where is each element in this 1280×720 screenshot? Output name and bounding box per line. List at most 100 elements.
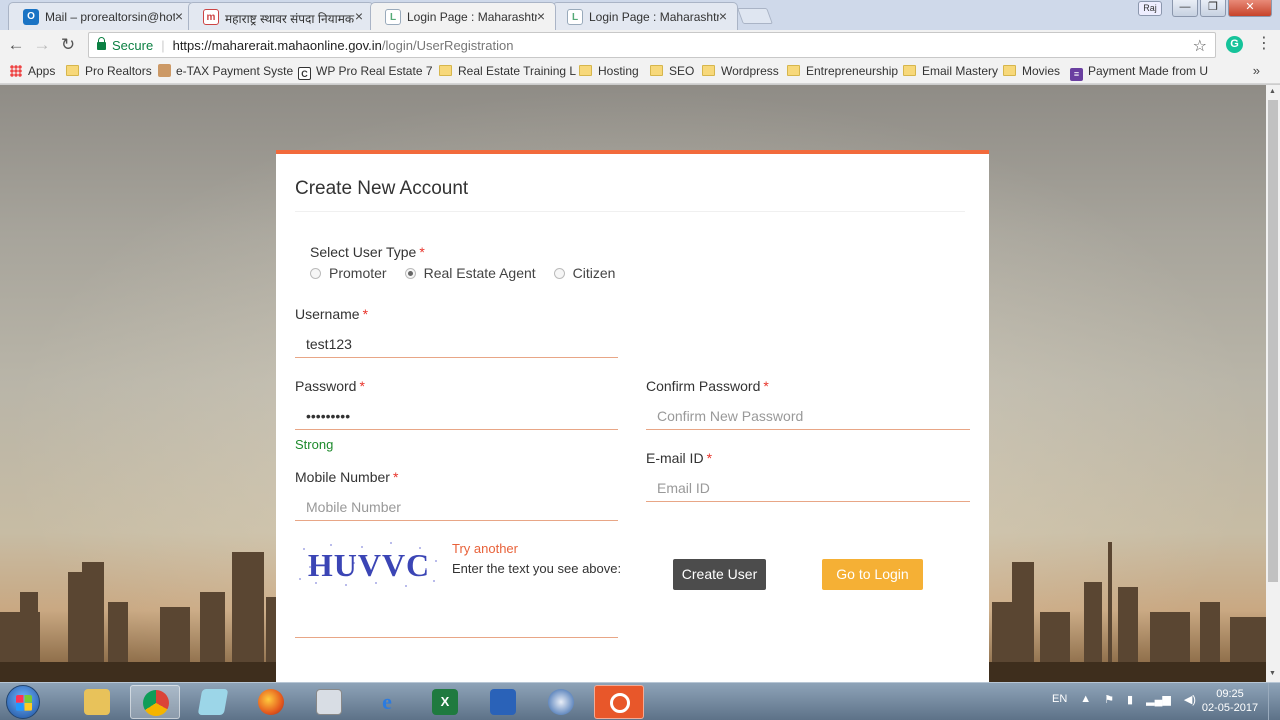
page-icon: L [567, 9, 583, 25]
taskbar-recorder[interactable] [594, 685, 644, 719]
username-input[interactable] [295, 330, 618, 358]
bookmark-label: Email Mastery [922, 64, 999, 78]
bookmark-wordpress[interactable]: Wordpress [702, 64, 779, 78]
tab-login-page[interactable]: L Login Page : Maharashtra × [552, 2, 738, 30]
close-window-button[interactable]: ✕ [1228, 0, 1272, 17]
volume-icon[interactable]: ◀) [1184, 693, 1196, 706]
back-button[interactable]: ← [6, 35, 26, 55]
required-mark: * [763, 378, 769, 394]
folder-icon [84, 689, 110, 715]
show-hidden-icons-icon[interactable]: ▲ [1080, 693, 1091, 706]
bookmark-pro-realtors[interactable]: Pro Realtors [66, 64, 152, 78]
address-separator: | [161, 38, 165, 53]
create-user-button[interactable]: Create User [673, 559, 766, 590]
secure-label: Secure [112, 38, 154, 53]
firefox-icon [258, 689, 284, 715]
taskbar-firefox[interactable] [246, 685, 296, 719]
close-icon[interactable]: × [537, 8, 545, 24]
maximize-button[interactable]: ❐ [1200, 0, 1226, 17]
taskbar-thunderbird[interactable] [536, 685, 586, 719]
bookmark-hosting[interactable]: Hosting [579, 64, 639, 78]
system-clock[interactable]: 09:25 02-05-2017 [1200, 687, 1260, 715]
tab-label: Login Page : Maharashtra [589, 10, 719, 24]
bookmark-apps[interactable]: Apps [10, 64, 55, 78]
bookmark-wp-pro-real-estate[interactable]: C WP Pro Real Estate 7 [298, 64, 433, 80]
notepad-icon [197, 689, 229, 715]
close-icon[interactable]: × [355, 8, 363, 24]
taskbar-outlook[interactable] [478, 685, 528, 719]
password-input[interactable] [295, 402, 618, 430]
forward-button[interactable]: → [32, 35, 52, 55]
try-another-captcha-link[interactable]: Try another [452, 541, 518, 556]
tab-mail[interactable]: O Mail – prorealtorsin@hotmail × [8, 2, 194, 30]
captcha-input[interactable] [295, 610, 618, 638]
close-icon[interactable]: × [719, 8, 727, 24]
folder-icon [650, 65, 663, 76]
start-button[interactable] [6, 685, 40, 719]
browser-toolbar: ← → ↻ Secure | https://maharerait.mahaonli… [0, 30, 1280, 60]
profile-badge[interactable]: Raj [1138, 1, 1162, 16]
folder-icon [66, 65, 79, 76]
radio-label-promoter[interactable]: Promoter [329, 265, 387, 281]
scroll-down-icon[interactable]: ▼ [1269, 670, 1276, 677]
browser-menu-icon[interactable]: ⋮ [1256, 36, 1272, 52]
bookmarks-overflow-icon[interactable]: » [1253, 63, 1260, 78]
email-input[interactable] [646, 474, 970, 502]
reload-button[interactable]: ↻ [58, 35, 78, 55]
bookmark-movies[interactable]: Movies [1003, 64, 1060, 78]
radio-citizen[interactable] [553, 267, 565, 279]
url-host: https://maharerait.mahaonline.gov.in [172, 38, 382, 53]
maharera-logo-icon: m [203, 9, 219, 25]
power-icon[interactable]: ▮ [1127, 693, 1133, 706]
taskbar-calculator[interactable] [304, 685, 354, 719]
window-controls: Raj — ❐ ✕ [1138, 0, 1272, 18]
scroll-up-icon[interactable]: ▲ [1269, 88, 1276, 95]
grammarly-extension-icon[interactable]: G [1226, 36, 1243, 53]
internet-explorer-icon: e [382, 689, 392, 714]
scrollbar-thumb[interactable] [1268, 100, 1278, 582]
bookmark-entrepreneurship[interactable]: Entrepreneurship [787, 64, 898, 78]
bookmark-real-estate-training[interactable]: Real Estate Training L [439, 64, 576, 78]
etax-site-icon [158, 64, 171, 77]
tab-label: महाराष्ट्र स्थावर संपदा नियामक [225, 12, 355, 26]
taskbar-explorer[interactable] [72, 685, 122, 719]
show-desktop-button[interactable] [1268, 683, 1280, 720]
bookmark-payment-made[interactable]: ≡ Payment Made from U [1070, 64, 1208, 81]
radio-promoter[interactable] [310, 267, 321, 279]
tab-maharera[interactable]: m महाराष्ट्र स्थावर संपदा नियामक × [188, 2, 374, 30]
new-tab-button[interactable] [737, 8, 773, 24]
folder-icon [903, 65, 916, 76]
confirm-password-input[interactable] [646, 402, 970, 430]
bookmark-label: Real Estate Training L [458, 64, 577, 78]
url-path: /login/UserRegistration [381, 38, 514, 53]
address-bar[interactable]: Secure | https://maharerait.mahaonline.gov… [88, 32, 1216, 58]
close-icon[interactable]: × [175, 8, 183, 24]
bookmark-label: Apps [28, 64, 56, 78]
bookmark-star-icon[interactable]: ☆ [1193, 36, 1207, 56]
taskbar-excel[interactable]: X [420, 685, 470, 719]
system-tray: EN ▲ ⚑ ▮ ▂▄▆ ◀) [1052, 693, 1196, 706]
required-mark: * [392, 469, 399, 485]
taskbar-internet-explorer[interactable]: e [362, 685, 412, 719]
tab-login-page-active[interactable]: L Login Page : Maharashtra × [370, 2, 556, 30]
tab-label: Login Page : Maharashtra [407, 10, 537, 24]
language-indicator[interactable]: EN [1052, 693, 1067, 706]
bookmark-etax[interactable]: e-TAX Payment Syste [158, 64, 293, 78]
bookmark-email-mastery[interactable]: Email Mastery [903, 64, 998, 78]
folder-icon [702, 65, 715, 76]
list-site-icon: ≡ [1070, 68, 1083, 81]
password-strength-indicator: Strong [295, 437, 334, 452]
go-to-login-button[interactable]: Go to Login [822, 559, 923, 590]
mobile-number-input[interactable] [295, 493, 618, 521]
outlook-icon: O [23, 9, 39, 25]
radio-real-estate-agent[interactable] [404, 267, 416, 279]
bookmark-seo[interactable]: SEO [650, 64, 694, 78]
taskbar-notepad[interactable] [188, 685, 238, 719]
bookmarks-bar: Apps Pro Realtors e-TAX Payment Syste CW… [0, 60, 1280, 84]
action-center-icon[interactable]: ⚑ [1104, 693, 1114, 706]
network-icon[interactable]: ▂▄▆ [1146, 693, 1171, 706]
radio-label-citizen[interactable]: Citizen [573, 265, 616, 281]
radio-label-real-estate-agent[interactable]: Real Estate Agent [424, 265, 536, 281]
minimize-button[interactable]: — [1172, 0, 1198, 17]
taskbar-chrome[interactable] [130, 685, 180, 719]
